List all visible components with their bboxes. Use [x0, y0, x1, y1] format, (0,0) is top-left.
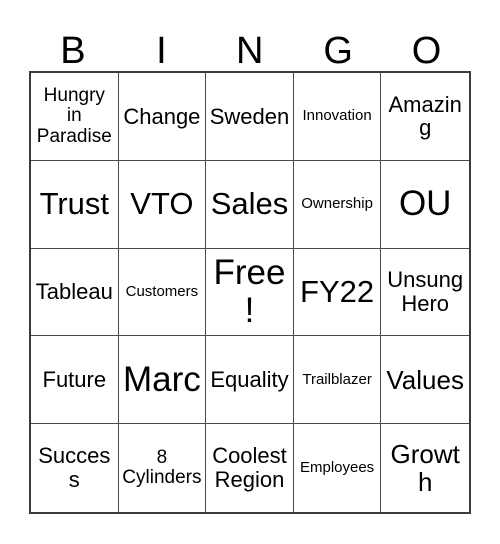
bingo-cell-coolest-region[interactable]: Coolest Region — [206, 424, 294, 512]
bingo-cell-label: Employees — [299, 459, 375, 476]
bingo-header-letter-g: G — [323, 30, 354, 72]
bingo-cell-hungry-in-paradise[interactable]: Hungry in Paradise — [31, 73, 119, 161]
bingo-cell-label: Marc — [123, 359, 201, 399]
bingo-cell-unsung-hero[interactable]: Unsung Hero — [381, 248, 469, 337]
bingo-cell-label: Growth — [390, 439, 460, 498]
bingo-cell-success[interactable]: Success — [31, 424, 119, 512]
bingo-cell-label: OU — [398, 184, 452, 224]
bingo-cell-label: Sweden — [209, 103, 290, 129]
bingo-header-letter-b: B — [60, 30, 87, 72]
bingo-cell-label: Success — [38, 443, 111, 493]
bingo-grid: Hungry in Paradise Change Sweden Innovation Am… — [29, 71, 471, 514]
bingo-header: B I N G O — [29, 8, 471, 71]
bingo-header-letter-n: N — [236, 30, 264, 72]
bingo-cell-marc[interactable]: Marc — [118, 336, 207, 425]
bingo-cell-ownership[interactable]: Ownership — [293, 160, 382, 249]
bingo-cell-fy22[interactable]: FY22 — [293, 248, 382, 337]
bingo-cell-8-cylinders[interactable]: 8 Cylinders — [118, 424, 207, 512]
bingo-cell-label: Change — [123, 103, 201, 129]
bingo-cell-trust[interactable]: Trust — [31, 160, 119, 249]
bingo-cell-label: Free! — [213, 253, 286, 330]
bingo-cell-equality[interactable]: Equality — [206, 336, 294, 425]
bingo-cell-label: Sales — [210, 186, 289, 222]
bingo-cell-label: Future — [42, 366, 107, 392]
bingo-cell-employees[interactable]: Employees — [293, 424, 382, 512]
bingo-cell-growth[interactable]: Growth — [381, 424, 469, 512]
bingo-cell-amazing[interactable]: Amazing — [381, 73, 469, 161]
bingo-cell-label: VTO — [130, 186, 194, 222]
bingo-card: B I N G O Hungry in Paradise Change Sweden In… — [29, 8, 471, 514]
bingo-cell-ou[interactable]: OU — [381, 160, 469, 249]
bingo-cell-label: Ownership — [301, 195, 373, 213]
bingo-cell-sales[interactable]: Sales — [206, 160, 294, 249]
bingo-cell-trailblazer[interactable]: Trailblazer — [293, 336, 382, 425]
bingo-cell-label: Trust — [39, 186, 110, 222]
bingo-cell-label: 8 Cylinders — [122, 446, 202, 489]
bingo-header-letter-o: O — [411, 30, 442, 72]
bingo-cell-label: Amazing — [388, 91, 462, 141]
bingo-cell-label: Trailblazer — [302, 370, 372, 388]
bingo-cell-label: Equality — [210, 366, 289, 392]
bingo-cell-sweden[interactable]: Sweden — [206, 73, 294, 161]
bingo-cell-change[interactable]: Change — [118, 73, 207, 161]
bingo-cell-label: FY22 — [300, 274, 375, 310]
bingo-cell-tableau[interactable]: Tableau — [31, 248, 119, 337]
bingo-cell-customers[interactable]: Customers — [118, 248, 207, 337]
bingo-cell-label: Unsung Hero — [387, 267, 464, 316]
bingo-cell-free-space[interactable]: Free! — [206, 248, 294, 337]
bingo-cell-label: Tableau — [35, 279, 113, 305]
bingo-cell-label: Hungry in Paradise — [36, 84, 112, 147]
bingo-cell-label: Coolest Region — [212, 443, 287, 493]
bingo-header-letter-i: I — [156, 30, 168, 72]
bingo-cell-label: Customers — [125, 282, 199, 300]
bingo-cell-label: Innovation — [302, 107, 372, 125]
bingo-cell-label: Values — [386, 364, 464, 395]
bingo-cell-values[interactable]: Values — [381, 336, 469, 425]
bingo-cell-vto[interactable]: VTO — [118, 160, 207, 249]
bingo-cell-innovation[interactable]: Innovation — [293, 73, 382, 161]
bingo-cell-future[interactable]: Future — [31, 336, 119, 425]
